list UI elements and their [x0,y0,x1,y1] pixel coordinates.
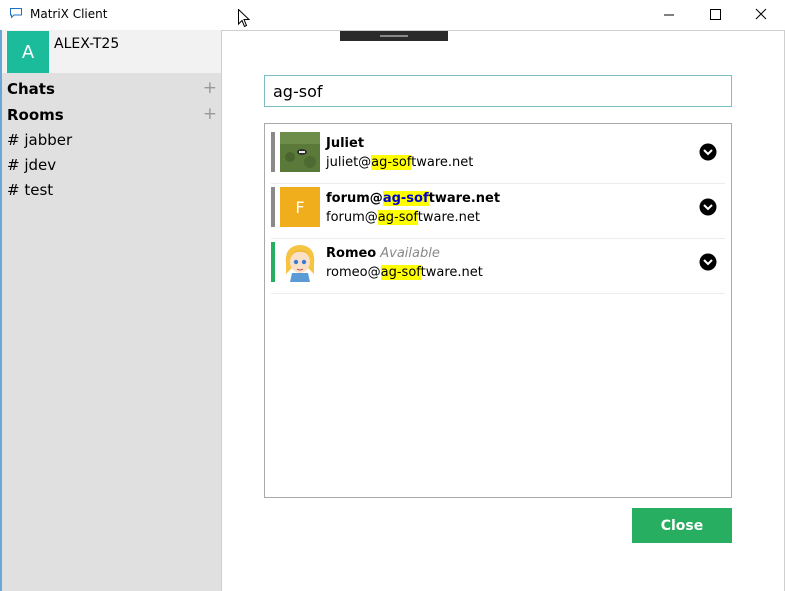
avatar: F [280,187,320,227]
avatar [280,242,320,282]
rooms-label: Rooms [7,106,64,124]
contact-name: Romeo Available [326,246,440,261]
room-prefix: # [7,181,20,199]
chats-label: Chats [7,80,55,98]
contact-address: romeo@ag-software.net [326,265,483,280]
presence-bar [271,132,275,172]
chats-section-header[interactable]: Chats + [7,78,217,100]
room-prefix: # [7,131,20,149]
list-item[interactable]: Romeo Available romeo@ag-software.net [271,239,725,294]
minimize-button[interactable] [646,0,692,30]
close-window-button[interactable] [738,0,784,30]
results-list: Juliet juliet@ag-software.net F forum@ag… [264,123,732,498]
add-chat-icon[interactable]: + [203,78,217,98]
chevron-down-icon[interactable] [699,253,717,271]
search-dialog: Juliet juliet@ag-software.net F forum@ag… [221,30,785,591]
close-button[interactable]: Close [632,508,732,543]
room-name: test [24,181,54,199]
search-input[interactable] [264,75,732,107]
title-bar: MatriX Client [0,0,785,30]
sidebar-item-test[interactable]: # test [7,181,53,199]
status-text: Available [380,246,440,261]
add-room-icon[interactable]: + [203,104,217,124]
chat-bubble-icon [10,8,22,18]
avatar: A [7,31,49,73]
window-title: MatriX Client [30,7,108,21]
photo-avatar-icon [280,132,320,172]
sidebar-item-jabber[interactable]: # jabber [7,131,72,149]
mouse-cursor-icon [238,9,250,28]
drag-handle[interactable] [340,31,448,41]
presence-bar [271,242,275,282]
contact-address: juliet@ag-software.net [326,155,474,170]
sidebar: A ALEX-T25 Chats + Rooms + # jabber # jd… [0,30,221,591]
room-prefix: # [7,156,20,174]
presence-bar [271,187,275,227]
close-icon [755,8,767,20]
rooms-section-header[interactable]: Rooms + [7,104,217,126]
sidebar-item-jdev[interactable]: # jdev [7,156,56,174]
maximize-button[interactable] [692,0,738,30]
avatar [280,132,320,172]
contact-name: Juliet [326,136,365,151]
cartoon-avatar-icon [280,242,320,282]
account-name: ALEX-T25 [54,36,120,52]
room-name: jabber [24,131,73,149]
contact-address: forum@ag-software.net [326,210,480,225]
list-item[interactable]: Juliet juliet@ag-software.net [271,129,725,184]
minimize-icon [664,14,674,16]
chevron-down-icon[interactable] [699,143,717,161]
maximize-icon [710,9,721,20]
list-item[interactable]: F forum@ag-software.net forum@ag-softwar… [271,184,725,239]
room-name: jdev [24,156,57,174]
chevron-down-icon[interactable] [699,198,717,216]
account-header[interactable]: A ALEX-T25 [2,30,221,73]
contact-name: forum@ag-software.net [326,191,501,206]
